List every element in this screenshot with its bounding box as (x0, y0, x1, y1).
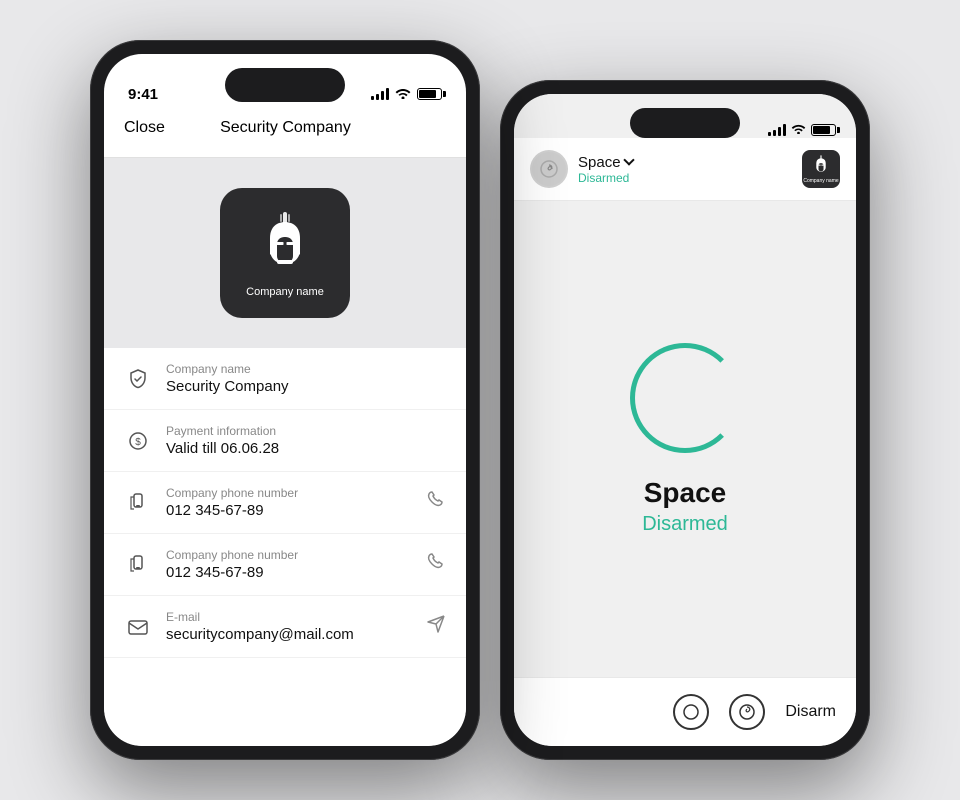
call-button-2[interactable] (426, 552, 446, 577)
action-icon-1[interactable] (673, 694, 709, 730)
payment-label: Payment information (166, 424, 446, 438)
phone2-value: 012 345-67-89 (166, 564, 412, 581)
signal-icon (371, 88, 389, 100)
space-name-row: Space Disarmed (578, 154, 633, 185)
call-button-1[interactable] (426, 490, 446, 515)
battery-icon (417, 88, 442, 100)
info-list: Company name Security Company $ (104, 348, 466, 746)
bottom-icons (673, 694, 765, 730)
left-phone: 9:41 (90, 40, 480, 760)
scene: 9:41 (90, 40, 870, 760)
signal-icon-right (768, 124, 786, 136)
payment-field: Payment information Valid till 06.06.28 (166, 424, 446, 457)
close-button[interactable]: Close (124, 119, 165, 137)
list-item: Company phone number 012 345-67-89 (104, 472, 466, 534)
right-phone: Space Disarmed (500, 80, 870, 760)
company-logo-small: Company name (802, 150, 840, 188)
left-screen-content: Close Security Company (104, 54, 466, 746)
space-info: Space Disarmed (530, 150, 633, 188)
payment-icon: $ (124, 427, 152, 455)
chevron-down-icon (623, 154, 634, 165)
list-item: $ Payment information Valid till 06.06.2… (104, 410, 466, 472)
email-label: E-mail (166, 610, 412, 624)
svg-text:$: $ (135, 437, 141, 448)
logo-card-label: Company name (246, 286, 324, 298)
nav-title: Security Company (165, 119, 406, 137)
space-status: Disarmed (578, 171, 633, 185)
company-name-label: Company name (166, 362, 446, 376)
list-item: E-mail securitycompany@mail.com (104, 596, 466, 658)
logo-section: Company name (104, 158, 466, 348)
phone2-field: Company phone number 012 345-67-89 (166, 548, 412, 581)
company-logo-label: Company name (803, 178, 838, 184)
shield-icon (124, 365, 152, 393)
disarm-circle (630, 343, 740, 453)
logo-card: Company name (220, 188, 350, 318)
phone1-label: Company phone number (166, 486, 412, 500)
phone-device-icon (124, 489, 152, 517)
phone2-label: Company phone number (166, 548, 412, 562)
wifi-icon-right (791, 121, 806, 139)
dynamic-island-right (630, 108, 740, 138)
phone1-field: Company phone number 012 345-67-89 (166, 486, 412, 519)
space-name: Space (578, 154, 633, 171)
email-value: securitycompany@mail.com (166, 626, 412, 643)
helmet-icon (250, 208, 320, 278)
email-icon (124, 613, 152, 641)
disarm-button[interactable]: Disarm (785, 703, 836, 721)
space-avatar (530, 150, 568, 188)
dynamic-island-left (225, 68, 345, 102)
status-icons-left (371, 87, 442, 102)
right-bottom: Disarm (514, 677, 856, 746)
company-name-value: Security Company (166, 378, 446, 395)
space-big-status: Disarmed (642, 513, 728, 536)
list-item: Company phone number 012 345-67-89 (104, 534, 466, 596)
right-status-icons (768, 121, 836, 139)
status-time: 9:41 (128, 86, 158, 103)
action-icon-2[interactable] (729, 694, 765, 730)
company-name-field: Company name Security Company (166, 362, 446, 395)
phone-device-icon-2 (124, 551, 152, 579)
email-field: E-mail securitycompany@mail.com (166, 610, 412, 643)
space-big-name: Space (644, 477, 727, 509)
phone1-value: 012 345-67-89 (166, 502, 412, 519)
list-item: Company name Security Company (104, 348, 466, 410)
battery-icon-right (811, 124, 836, 136)
right-main: Space Disarmed (514, 201, 856, 677)
payment-value: Valid till 06.06.28 (166, 440, 446, 457)
right-screen-content: Space Disarmed (514, 94, 856, 746)
wifi-icon (395, 87, 411, 102)
space-avatar-icon (538, 158, 560, 180)
send-email-button[interactable] (426, 614, 446, 639)
